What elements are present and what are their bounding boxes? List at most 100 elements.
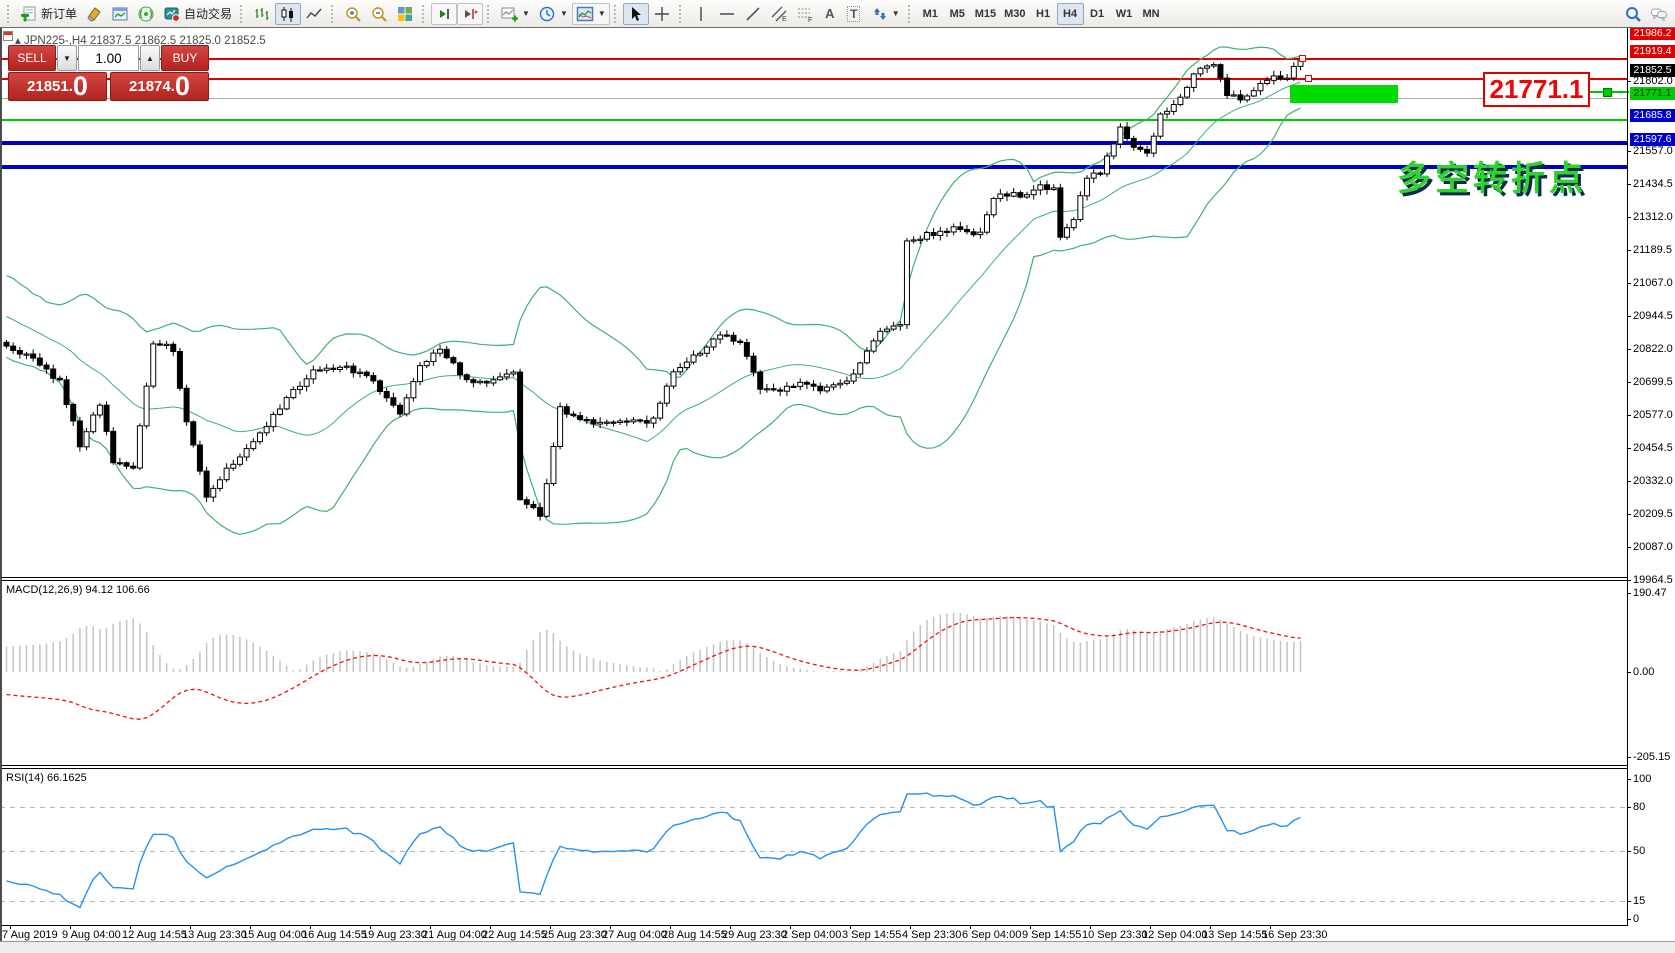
toolbar-grip[interactable] [487,5,492,23]
date-label: 16 Aug 14:55 [302,929,367,941]
price-tick-mark [1627,448,1631,449]
rsi-tick-mark [1627,919,1631,920]
toolbar-grip[interactable] [240,5,245,23]
price-tick-label: 21557.0 [1633,145,1673,157]
buy-price-button[interactable]: 21874. 0 [110,72,209,101]
price-tick-label: 20332.0 [1633,475,1673,487]
price-level-line-21986.2[interactable] [0,58,1627,60]
sell-price-pip: 0 [73,73,88,99]
highlight-rectangle[interactable] [1290,85,1398,103]
line-anchor-marker[interactable] [1299,55,1306,62]
toolbar-grip[interactable] [614,5,619,23]
date-tick-mark [310,925,311,929]
price-level-line-21919.4[interactable] [0,78,1627,80]
timeframe-m5[interactable]: M5 [944,3,971,25]
autotrading-button[interactable]: 自动交易 [159,3,236,25]
template-button[interactable]: ▼ [572,3,610,25]
volume-up-button[interactable]: ▲ [140,45,160,71]
timeframe-w1[interactable]: W1 [1111,3,1138,25]
timeframe-h4[interactable]: H4 [1057,3,1084,25]
line-anchor-marker[interactable] [1305,75,1312,82]
chevron-down-icon: ▼ [522,9,530,18]
toolbar-grip[interactable] [331,5,336,23]
sell-price-button[interactable]: 21851. 0 [8,72,107,101]
macd-axis-label: 190.47 [1633,587,1667,599]
chat-button[interactable] [1646,3,1672,25]
horizontal-line-tool-button[interactable] [714,3,740,25]
candlestick-button[interactable] [275,3,301,25]
date-tick-mark [730,925,731,929]
candlestick-icon [279,5,297,23]
annotation-text[interactable]: 多空转折点 [1397,151,1587,200]
toolbar-grip[interactable] [908,5,913,23]
trendline-icon [744,5,762,23]
chart-window-button[interactable] [107,3,133,25]
date-tick-mark [1030,925,1031,929]
rsi-pane-separator[interactable] [0,765,1627,769]
sell-button[interactable]: SELL [8,45,56,71]
styler-button[interactable] [81,3,107,25]
price-tick-mark [1627,250,1631,251]
green-line-anchor-marker[interactable] [1603,88,1612,97]
toolbar-grip[interactable] [679,5,684,23]
chart-window-mini-icon [3,31,13,41]
toolbar-grip[interactable] [7,5,12,23]
autotrading-label: 自动交易 [184,5,232,22]
shift-chart-button[interactable] [431,3,457,25]
crosshair-tool-button[interactable] [649,3,675,25]
macd-axis-label: 0.00 [1633,666,1654,678]
date-tick-mark [670,925,671,929]
date-label: 9 Aug 04:00 [62,929,121,941]
price-level-line-21685.8[interactable] [0,141,1627,145]
timeframe-h1[interactable]: H1 [1030,3,1057,25]
tile-windows-button[interactable] [392,3,418,25]
date-tick-mark [610,925,611,929]
zoom-out-button[interactable] [366,3,392,25]
price-callout[interactable]: 21771.1 [1483,72,1590,107]
zoom-in-button[interactable] [340,3,366,25]
vertical-line-tool-button[interactable] [688,3,714,25]
bar-chart-button[interactable] [249,3,275,25]
equidistant-channel-tool-button[interactable]: E [766,3,792,25]
timeframe-m15[interactable]: M15 [971,3,1000,25]
toolbar-grip[interactable] [422,5,427,23]
fibonacci-tool-button[interactable]: F [792,3,818,25]
price-tick-label: 20209.5 [1633,508,1673,520]
periods-button[interactable]: ▼ [534,3,572,25]
new-order-button[interactable]: 新订单 [16,3,81,25]
date-label: 6 Sep 04:00 [962,929,1021,941]
timeframe-mn[interactable]: MN [1138,3,1165,25]
vertical-line-icon [692,5,710,23]
buy-price-pip: 0 [175,73,190,99]
line-chart-icon [305,5,323,23]
price-level-line-21771.1[interactable] [0,119,1627,121]
arrows-icon [870,5,888,23]
timeframe-d1[interactable]: D1 [1084,3,1111,25]
text-label-tool-button[interactable]: T [842,3,866,25]
date-label: 10 Sep 23:30 [1082,929,1147,941]
add-indicator-button[interactable]: ▼ [496,3,534,25]
macd-pane-separator[interactable] [0,577,1627,581]
auto-scroll-button[interactable] [457,3,483,25]
search-button[interactable] [1620,3,1646,25]
volume-input[interactable] [78,45,139,71]
timeframe-m1[interactable]: M1 [917,3,944,25]
date-label: 15 Aug 04:00 [242,929,307,941]
signals-button[interactable] [133,3,159,25]
timeframe-m30[interactable]: M30 [1000,3,1029,25]
line-chart-button[interactable] [301,3,327,25]
window-bottom-strip [0,941,1675,953]
rsi-tick-mark [1627,779,1631,780]
macd-label: MACD(12,26,9) 94.12 106.66 [6,584,150,596]
rsi-tick-mark [1627,807,1631,808]
cursor-tool-button[interactable] [623,3,649,25]
buy-button[interactable]: BUY [161,45,209,71]
price-level-line-21597.6[interactable] [0,165,1627,169]
date-label: 7 Aug 2019 [2,929,58,941]
text-tool-button[interactable]: A [818,3,842,25]
trendline-tool-button[interactable] [740,3,766,25]
rsi-level-line [0,851,1627,852]
arrows-tool-button[interactable]: ▼ [866,3,904,25]
volume-down-button[interactable]: ▼ [57,45,77,71]
price-tick-mark [1627,184,1631,185]
